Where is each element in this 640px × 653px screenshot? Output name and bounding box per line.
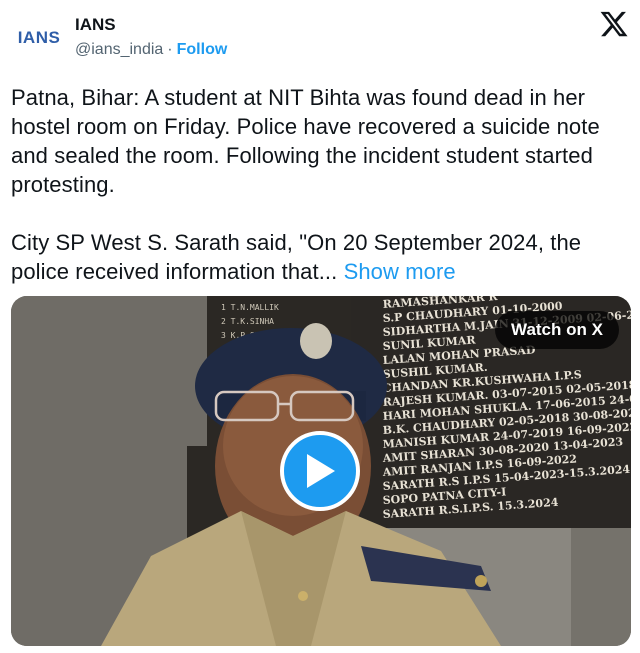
handle-row: @ians_india · Follow [75, 41, 227, 59]
svg-text:1 T.N.MALLIK: 1 T.N.MALLIK [221, 303, 279, 312]
show-more-link[interactable]: Show more [344, 259, 456, 284]
avatar[interactable]: IANS [11, 14, 67, 62]
video-media[interactable]: 1 T.N.MALLIK 2 T.K.SINHA 3 K.P.SINGH 4 R… [11, 296, 631, 646]
tweet-header: IANS IANS @ians_india · Follow [0, 0, 640, 75]
tweet-paragraph-2-text: City SP West S. Sarath said, "On 20 Sept… [11, 230, 582, 284]
separator-dot: · [167, 41, 173, 58]
author-name[interactable]: IANS [75, 15, 116, 35]
author-handle[interactable]: @ians_india [75, 41, 163, 58]
tweet-paragraph-2: City SP West S. Sarath said, "On 20 Sept… [11, 228, 631, 286]
play-button[interactable] [280, 431, 360, 511]
follow-button[interactable]: Follow [177, 41, 228, 58]
play-icon [307, 454, 335, 488]
tweet-paragraph-1: Patna, Bihar: A student at NIT Bihta was… [11, 85, 600, 197]
x-logo-icon[interactable] [599, 9, 629, 39]
watch-on-x-button[interactable]: Watch on X [495, 311, 619, 349]
avatar-logo-text: IANS [17, 28, 61, 47]
tweet-text: Patna, Bihar: A student at NIT Bihta was… [11, 83, 631, 286]
svg-text:2 T.K.SINHA: 2 T.K.SINHA [221, 317, 274, 326]
